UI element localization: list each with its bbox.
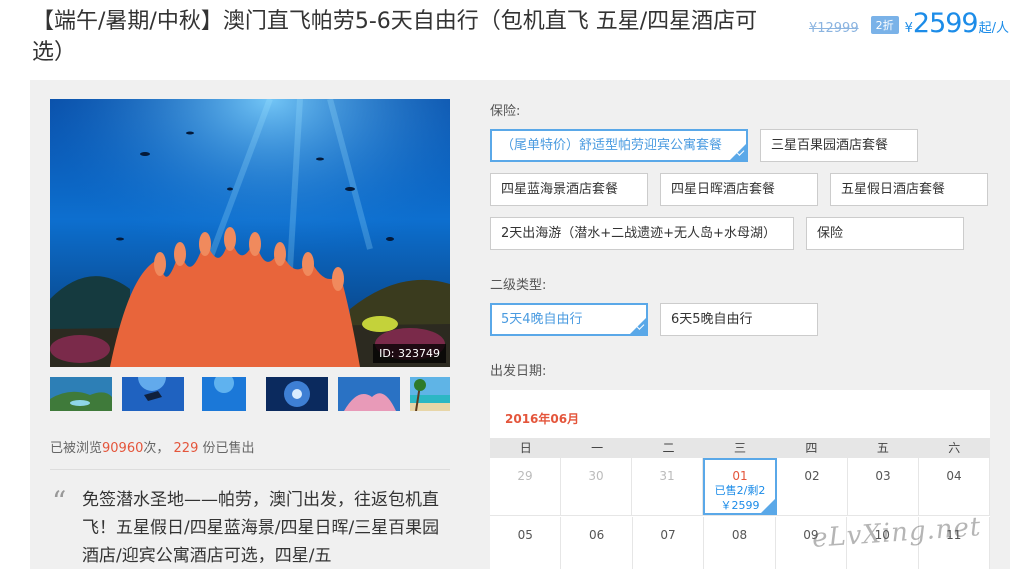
weekday-fri: 五 <box>876 441 889 455</box>
day-number: 06 <box>588 528 605 542</box>
option-sea-tour[interactable]: 2天出海游（潜水+二战遗迹+无人岛+水母湖） <box>490 217 794 250</box>
option-insurance[interactable]: 保险 <box>806 217 964 250</box>
thumbnail-coral[interactable] <box>338 377 400 411</box>
page-title: 【端午/暑期/中秋】澳门直飞帕劳5-6天自由行（包机直飞 五星/四星酒店可选） <box>32 9 758 65</box>
view-count: 90960 <box>102 441 144 456</box>
option-sunshine-package[interactable]: 四星日晖酒店套餐 <box>660 173 818 206</box>
product-panel: ID: 323749 已被浏览90960次， 229 份已售出 “ 免签潜水圣地… <box>30 80 1010 569</box>
day-number: 02 <box>804 469 820 483</box>
check-icon <box>730 144 746 160</box>
weekday-wed: 三 <box>733 441 746 455</box>
day-number: 07 <box>660 528 676 542</box>
sales-stats: 已被浏览90960次， 229 份已售出 <box>50 437 255 456</box>
option-holiday-package[interactable]: 五星假日酒店套餐 <box>830 173 988 206</box>
option-label: 2天出海游（潜水+二战遗迹+无人岛+水母湖） <box>501 226 776 241</box>
calendar-day[interactable]: 08 <box>704 517 776 569</box>
option-apartment-package[interactable]: （尾单特价）舒适型帕劳迎宾公寓套餐 <box>490 129 748 162</box>
calendar-day[interactable]: 02 <box>777 458 848 515</box>
calendar-day: 30 <box>561 458 632 515</box>
day-availability: 已售2/剩2 <box>714 484 766 497</box>
weekday-sun: 日 <box>519 441 532 455</box>
discount-badge: 2折 <box>870 16 899 34</box>
day-number: 01 <box>732 469 748 483</box>
views-suffix: 次， <box>143 441 170 456</box>
calendar-month: 2016年06月 <box>505 412 580 426</box>
option-label: 保险 <box>817 226 844 241</box>
option-label: 四星日晖酒店套餐 <box>671 182 776 197</box>
day-number: 29 <box>517 469 533 483</box>
thumbnail-beach[interactable] <box>410 377 450 411</box>
weekday-sat: 六 <box>948 441 961 455</box>
sold-count: 229 <box>173 441 199 456</box>
departure-date-label: 出发日期: <box>490 364 547 379</box>
day-number: 31 <box>659 469 675 483</box>
quote-icon: “ <box>52 485 67 518</box>
option-label: （尾单特价）舒适型帕劳迎宾公寓套餐 <box>501 138 723 153</box>
option-three-star-package[interactable]: 三星百果园酒店套餐 <box>760 129 918 162</box>
thumbnail-island[interactable] <box>50 377 112 411</box>
sub-type-label: 二级类型: <box>490 278 547 293</box>
product-description: 免签潜水圣地——帕劳，澳门出发，往返包机直飞！五星假日/四星蓝海景/四星日晖/三… <box>82 490 440 566</box>
calendar-day[interactable]: 05 <box>490 517 562 569</box>
calendar-day[interactable]: 06 <box>561 517 633 569</box>
calendar-day[interactable]: 07 <box>633 517 705 569</box>
weekday-tue: 二 <box>662 441 675 455</box>
sold-suffix: 份已售出 <box>198 441 255 456</box>
day-number: 04 <box>946 469 962 483</box>
calendar-week: 29 30 31 01 已售2/剩2 ￥2599 02 03 04 <box>490 458 990 516</box>
option-label: 5天4晚自由行 <box>501 312 583 327</box>
option-label: 6天5晚自由行 <box>671 312 753 327</box>
thumbnail-diver[interactable] <box>122 377 184 411</box>
views-prefix: 已被浏览 <box>50 441 103 456</box>
check-icon <box>761 499 775 513</box>
insurance-label: 保险: <box>490 104 521 119</box>
calendar-day[interactable]: 04 <box>919 458 990 515</box>
day-number: 03 <box>875 469 891 483</box>
thumbnail-underwater[interactable] <box>202 377 246 411</box>
calendar-day: 29 <box>490 458 561 515</box>
day-number: 30 <box>588 469 604 483</box>
price-box: ¥12999 2折 ¥ 2599 起/人 <box>809 8 1009 39</box>
currency-symbol: ¥ <box>904 21 913 36</box>
weekday-mon: 一 <box>591 441 604 455</box>
calendar-day[interactable]: 03 <box>848 458 919 515</box>
option-6d5n[interactable]: 6天5晚自由行 <box>660 303 818 336</box>
product-page: 【端午/暑期/中秋】澳门直飞帕劳5-6天自由行（包机直飞 五星/四星酒店可选） … <box>0 0 1017 569</box>
option-label: 三星百果园酒店套餐 <box>771 138 889 153</box>
divider <box>50 469 450 470</box>
calendar-day: 31 <box>632 458 703 515</box>
main-product-image[interactable]: ID: 323749 <box>50 99 450 367</box>
option-label: 五星假日酒店套餐 <box>841 182 946 197</box>
calendar-weekday-header: 日 一 二 三 四 五 六 <box>490 438 990 458</box>
current-price: 2599 <box>912 8 979 39</box>
day-number: 05 <box>517 528 533 542</box>
day-number: 08 <box>731 528 748 542</box>
original-price: ¥12999 <box>808 21 859 36</box>
thumbnail-jellyfish[interactable] <box>266 377 328 411</box>
option-blue-sea-package[interactable]: 四星蓝海景酒店套餐 <box>490 173 648 206</box>
thumbnail-strip <box>50 377 450 415</box>
weekday-thu: 四 <box>805 441 818 455</box>
price-unit: 起/人 <box>978 21 1009 36</box>
calendar-day-selected[interactable]: 01 已售2/剩2 ￥2599 <box>703 458 777 515</box>
check-icon <box>630 318 646 334</box>
option-label: 四星蓝海景酒店套餐 <box>501 182 619 197</box>
option-5d4n[interactable]: 5天4晚自由行 <box>490 303 648 336</box>
image-id-label: ID: 323749 <box>373 344 446 363</box>
